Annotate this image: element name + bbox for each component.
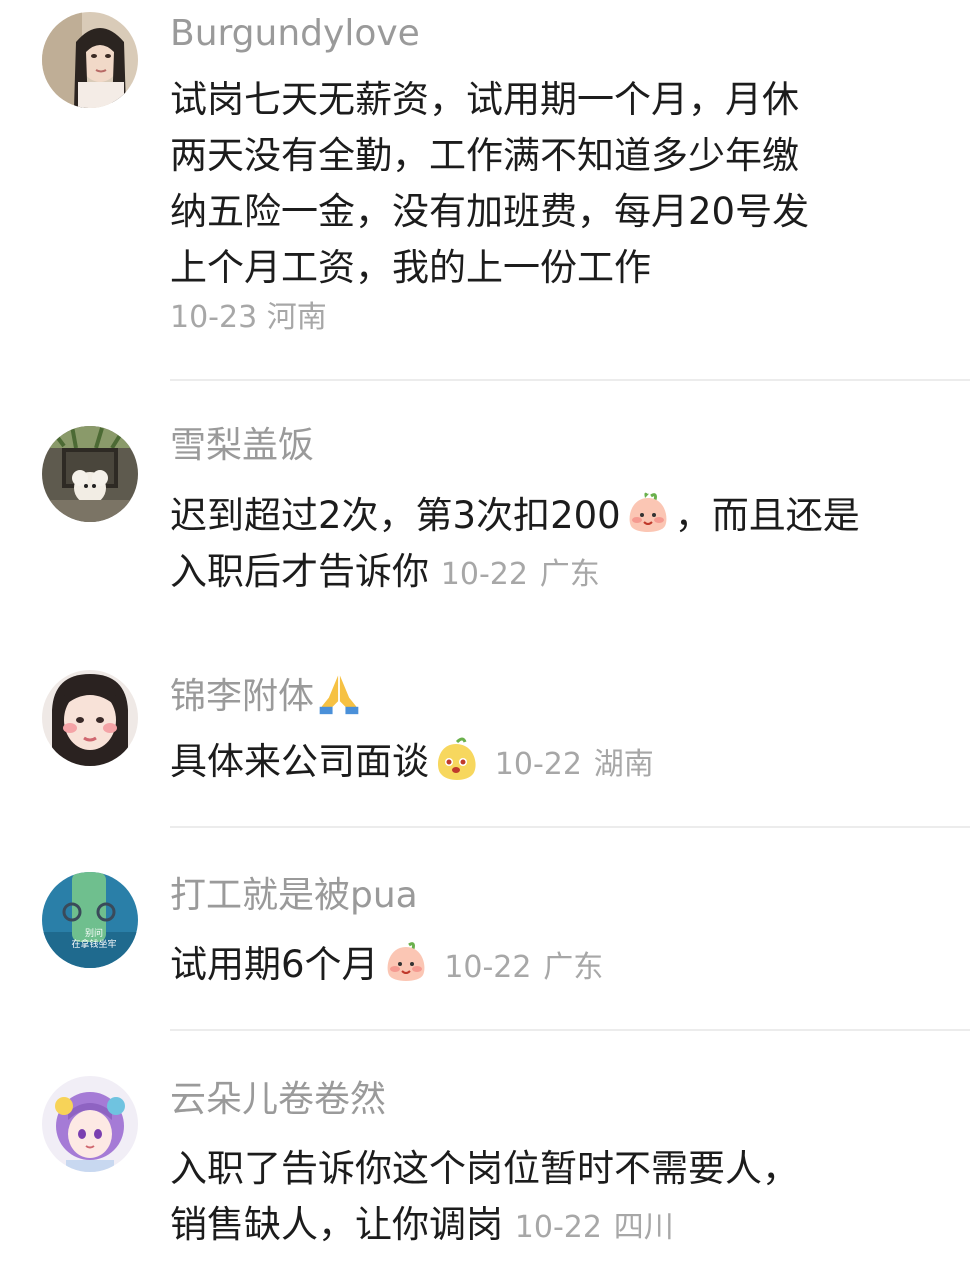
comment-line: 两天没有全勤，工作满不知道多少年缴: [170, 134, 799, 177]
user-avatar[interactable]: [42, 12, 138, 108]
user-avatar[interactable]: 别问 在拿钱坐牢: [42, 872, 138, 968]
user-avatar[interactable]: [42, 1076, 138, 1172]
peach-face-emoji: [381, 937, 431, 987]
user-avatar[interactable]: [42, 426, 138, 522]
username[interactable]: 云朵儿卷卷然: [170, 1078, 386, 1122]
folded-hands-emoji: [316, 670, 362, 716]
comment-date: 10-22: [514, 1210, 602, 1245]
divider: [170, 379, 970, 381]
comment-location: 广东: [539, 557, 600, 592]
comment-text: 迟到超过2次，第3次扣200 ，而且还是 入职后才告诉你 10-22 广东: [170, 488, 930, 603]
comment-meta: 10-23 河南: [170, 298, 327, 338]
comment-date: 10-22: [494, 747, 582, 782]
comment-text: 具体来公司面谈 10-22 湖南: [170, 734, 930, 793]
comment-text-part: ，而且还是: [674, 494, 860, 537]
comment-location: 广东: [543, 950, 604, 985]
avatar-caption: 在拿钱坐牢: [71, 938, 116, 950]
comment-text-part: 入职后才告诉你: [170, 550, 429, 593]
comment-date: 10-23: [170, 300, 258, 335]
peach-face-emoji: [623, 488, 673, 538]
comment-location: 河南: [266, 300, 327, 335]
username-text: 锦李附体: [170, 676, 315, 717]
user-avatar[interactable]: [42, 670, 138, 766]
comment-text-part: 试用期6个月: [170, 943, 379, 986]
username[interactable]: Burgundylove: [170, 12, 420, 56]
divider: [170, 1029, 970, 1031]
comment-text: 试用期6个月 10-22 广东: [170, 937, 930, 996]
username[interactable]: 打工就是被pua: [170, 874, 418, 918]
comment-text-part: 具体来公司面谈: [170, 740, 429, 783]
username[interactable]: 锦李附体: [170, 670, 364, 719]
comment-text: 入职了告诉你这个岗位暂时不需要人， 销售缺人，让你调岗 10-22 四川: [170, 1141, 930, 1256]
comment-text-part: 迟到超过2次，第3次扣200: [170, 494, 621, 537]
comment-location: 四川: [613, 1210, 674, 1245]
comment-line: 纳五险一金，没有加班费，每月20号发: [170, 190, 810, 233]
comment-date: 10-22: [440, 557, 528, 592]
avatar-caption: 别问: [85, 927, 103, 939]
mango-face-emoji: [431, 734, 481, 784]
comment-date: 10-22: [444, 950, 532, 985]
comment-text: 试岗七天无薪资，试用期一个月，月休 两天没有全勤，工作满不知道多少年缴 纳五险一…: [170, 72, 930, 296]
comment-location: 湖南: [593, 747, 654, 782]
divider: [170, 826, 970, 828]
comment-line: 入职了告诉你这个岗位暂时不需要人，: [170, 1147, 799, 1190]
comment-line: 销售缺人，让你调岗: [170, 1203, 503, 1246]
comment-line: 上个月工资，我的上一份工作: [170, 246, 651, 289]
username[interactable]: 雪梨盖饭: [170, 424, 314, 468]
comment-line: 试岗七天无薪资，试用期一个月，月休: [170, 78, 799, 121]
